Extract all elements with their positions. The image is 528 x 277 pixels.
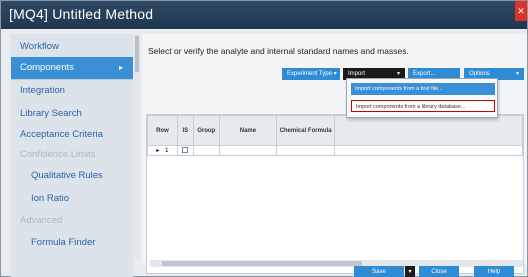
column-header-row[interactable]: Row xyxy=(147,115,178,146)
sidebar-item-label: Components xyxy=(20,62,74,73)
sidebar-item-label: Formula Finder xyxy=(31,237,96,248)
sidebar-item-label: Workflow xyxy=(20,41,59,52)
chevron-right-icon: ▸ xyxy=(118,63,123,72)
is-cell[interactable] xyxy=(176,145,194,156)
sidebar-item-advanced: Advanced xyxy=(11,210,133,232)
title-bar: [MQ4] Untitled Method ✕ xyxy=(1,1,527,29)
help-button[interactable]: Help xyxy=(474,266,514,277)
table-header-row: Row IS Group Name Chemical Formula xyxy=(147,115,524,146)
column-header-filler xyxy=(333,115,524,146)
save-label: Save xyxy=(372,269,386,275)
sidebar-item-confidence-limits: Confidence Limits xyxy=(11,144,133,166)
name-cell[interactable] xyxy=(218,145,278,156)
close-window-button[interactable]: ✕ xyxy=(515,1,527,21)
experiment-type-label: Experiment Type ▾ xyxy=(287,71,337,77)
close-label: Close xyxy=(431,269,447,275)
row-indicator-icon: ▸ xyxy=(156,148,160,154)
help-label: Help xyxy=(487,269,501,275)
import-dropdown-menu: Import components from a text file... Im… xyxy=(346,78,498,118)
menu-item-import-text-file[interactable]: Import components from a text file... xyxy=(351,83,495,95)
column-header-name[interactable]: Name xyxy=(218,115,278,146)
sidebar-item-formula-finder[interactable]: Formula Finder xyxy=(11,232,133,254)
sidebar-item-label: Ion Ratio xyxy=(31,193,70,204)
method-window: [MQ4] Untitled Method ✕ Workflow Compone… xyxy=(0,0,528,277)
chemical-formula-cell[interactable] xyxy=(276,145,335,156)
column-header-chemical-formula[interactable]: Chemical Formula xyxy=(276,115,335,146)
group-cell[interactable] xyxy=(192,145,220,156)
grid-horizontal-scrollbar[interactable] xyxy=(150,260,523,267)
menu-item-label: Import components from a text file... xyxy=(355,86,443,92)
scrollbar-thumb[interactable] xyxy=(135,36,139,72)
components-table: Row IS Group Name Chemical Formula ▸ 1 xyxy=(147,115,524,156)
sidebar-item-label: Integration xyxy=(20,85,65,96)
chevron-down-icon: ▾ xyxy=(408,269,412,275)
import-label: Import xyxy=(348,71,366,77)
sidebar-scrollbar[interactable] xyxy=(134,34,140,260)
sidebar-item-components[interactable]: Components ▸ xyxy=(11,57,133,79)
sidebar-item-integration[interactable]: Integration xyxy=(11,80,133,102)
sidebar-item-workflow[interactable]: Workflow xyxy=(11,36,133,58)
save-options-button[interactable]: ▾ xyxy=(405,266,415,277)
column-header-group[interactable]: Group xyxy=(192,115,220,146)
experiment-type-button[interactable]: Experiment Type ▾ xyxy=(282,68,340,80)
components-panel: Select or verify the analyte and interna… xyxy=(142,34,527,274)
column-header-is[interactable]: IS xyxy=(176,115,194,146)
menu-item-import-library-database[interactable]: Import components from a library databas… xyxy=(351,100,495,112)
chevron-down-icon: ▾ xyxy=(515,71,519,77)
components-grid[interactable]: Row IS Group Name Chemical Formula ▸ 1 xyxy=(146,114,524,274)
sidebar-item-label: Qualitative Rules xyxy=(31,170,103,181)
sidebar-item-library-search[interactable]: Library Search xyxy=(11,103,133,125)
scrollbar-thumb[interactable] xyxy=(162,261,362,266)
options-label: Options xyxy=(469,71,490,77)
sidebar-item-qualitative-rules[interactable]: Qualitative Rules xyxy=(11,165,133,187)
window-title: [MQ4] Untitled Method xyxy=(9,6,154,22)
sidebar-item-label: Advanced xyxy=(20,215,63,226)
filler-cell xyxy=(333,145,524,156)
export-label: Export... xyxy=(413,71,436,77)
menu-item-label: Import components from a library databas… xyxy=(356,104,466,110)
instruction-text: Select or verify the analyte and interna… xyxy=(148,46,409,56)
sidebar-item-acceptance-criteria[interactable]: Acceptance Criteria xyxy=(11,124,133,146)
row-number: 1 xyxy=(165,148,169,154)
sidebar-item-label: Acceptance Criteria xyxy=(20,129,103,140)
close-icon: ✕ xyxy=(517,6,525,16)
is-checkbox[interactable] xyxy=(182,146,189,153)
sidebar-item-ion-ratio[interactable]: Ion Ratio xyxy=(11,188,133,210)
table-row[interactable]: ▸ 1 xyxy=(147,145,524,156)
close-button[interactable]: Close xyxy=(419,266,459,277)
save-button[interactable]: Save xyxy=(354,266,404,277)
row-number-cell: ▸ 1 xyxy=(147,145,178,156)
sidebar-item-label: Library Search xyxy=(20,108,82,119)
sidebar: Workflow Components ▸ Integration Librar… xyxy=(11,34,133,277)
sidebar-item-label: Confidence Limits xyxy=(20,149,96,160)
